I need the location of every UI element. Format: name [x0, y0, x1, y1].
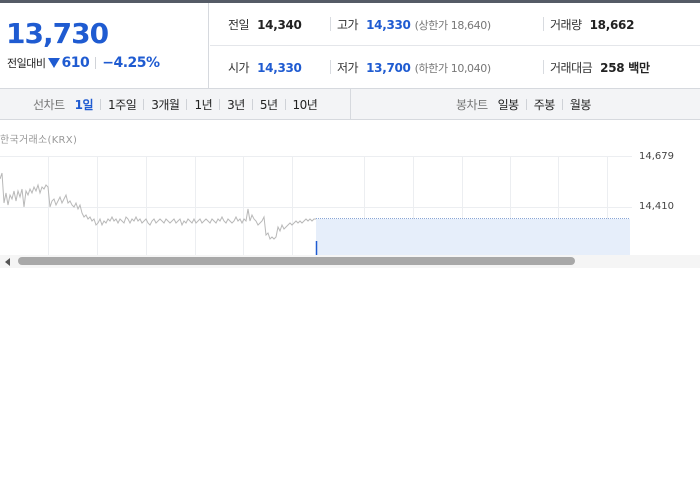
open-value: 14,330	[257, 60, 302, 75]
high-value: 14,330	[366, 17, 411, 32]
down-triangle-icon	[48, 58, 61, 68]
upper-limit: (상한가 18,640)	[414, 18, 492, 32]
volume-value: 18,662	[589, 17, 635, 32]
prev-close-label: 전일	[228, 18, 250, 32]
tab-1d[interactable]: 1일	[75, 96, 94, 113]
divider	[543, 60, 544, 74]
quote-header: 13,730 전일대비 610 −4.25% 전일 14,340 고가 14,3…	[0, 3, 700, 89]
line-chart-title: 선차트	[33, 97, 65, 112]
tab-3y[interactable]: 3년	[227, 96, 245, 113]
low-cell: 저가 13,700 (하한가 10,040)	[337, 46, 491, 89]
high-label: 고가	[337, 18, 359, 32]
prev-close-value: 14,340	[257, 17, 302, 32]
lower-limit: (하한가 10,040)	[414, 61, 492, 75]
tab-3m[interactable]: 3개월	[151, 96, 180, 113]
volume-cell: 거래량 18,662	[550, 3, 634, 46]
tab-1w[interactable]: 1주일	[108, 96, 137, 113]
tab-monthly[interactable]: 월봉	[570, 96, 592, 113]
tab-weekly[interactable]: 주봉	[534, 96, 556, 113]
amount-value: 258 백만	[600, 61, 650, 75]
y-tick-label: 14,679	[639, 151, 674, 162]
divider	[330, 17, 331, 31]
tab-5y[interactable]: 5년	[260, 96, 278, 113]
open-label: 시가	[228, 61, 250, 75]
chart-canvas	[0, 156, 632, 255]
current-price: 13,730	[6, 17, 109, 50]
amount-label: 거래대금	[550, 61, 593, 75]
chart-scrollbar[interactable]	[0, 255, 700, 268]
tab-10y[interactable]: 10년	[293, 96, 318, 113]
scroll-left-arrow-icon[interactable]	[5, 258, 10, 266]
tab-1y[interactable]: 1년	[194, 96, 212, 113]
amount-cell: 거래대금 258 백만	[550, 46, 650, 89]
change-percent: −4.25%	[102, 55, 160, 71]
divider	[330, 60, 331, 74]
candle-chart-tabs: 봉차트 일봉 주봉 월봉	[456, 89, 591, 119]
line-chart-tabs: 선차트 1일 1주일 3개월 1년 3년 5년 10년	[33, 89, 318, 119]
price-line	[0, 172, 316, 240]
open-cell: 시가 14,330	[228, 46, 302, 89]
y-tick-label: 14,410	[639, 201, 674, 212]
volume-label: 거래량	[550, 18, 582, 32]
tab-daily[interactable]: 일봉	[498, 96, 520, 113]
info-row-1: 전일 14,340 고가 14,330 (상한가 18,640) 거래량 18,…	[210, 3, 700, 46]
price-summary: 13,730 전일대비 610 −4.25%	[0, 3, 209, 89]
low-label: 저가	[337, 61, 359, 75]
divider	[543, 17, 544, 31]
candle-chart-title: 봉차트	[456, 97, 488, 112]
exchange-label: 한국거래소(KRX)	[0, 135, 78, 146]
chart-tabbar: 선차트 1일 1주일 3개월 1년 3년 5년 10년 봉차트 일봉 주봉 월봉	[0, 89, 700, 120]
projection-area	[316, 219, 630, 255]
divider	[95, 57, 97, 69]
info-row-2: 시가 14,330 저가 13,700 (하한가 10,040) 거래대금 25…	[210, 46, 700, 89]
prev-close-cell: 전일 14,340	[228, 3, 302, 46]
scrollbar-thumb[interactable]	[18, 257, 575, 265]
change-value: 610	[61, 55, 90, 71]
high-cell: 고가 14,330 (상한가 18,640)	[337, 3, 491, 46]
change-row: 전일대비 610 −4.25%	[7, 55, 160, 71]
tabbar-divider	[350, 89, 351, 119]
low-value: 13,700	[366, 60, 411, 75]
change-label: 전일대비	[7, 57, 46, 70]
price-chart: 한국거래소(KRX) 14,679 14,410	[0, 121, 700, 255]
